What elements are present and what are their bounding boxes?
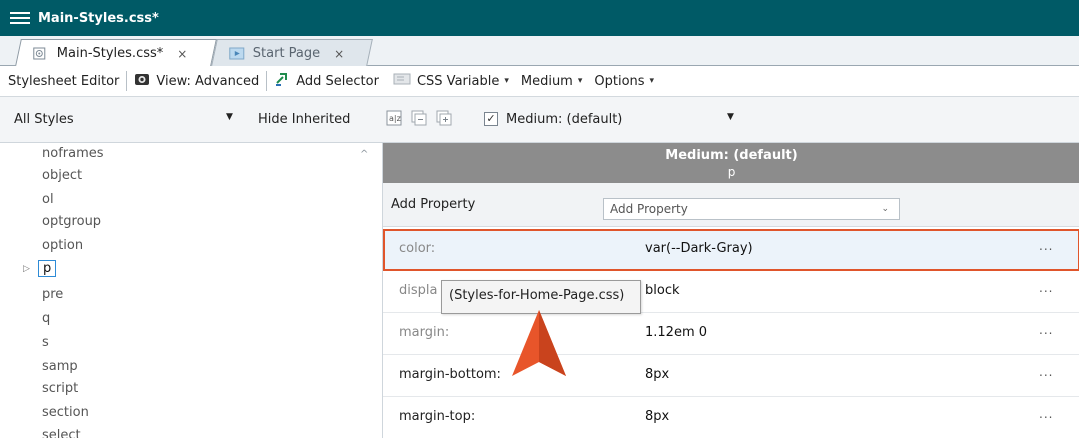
- panel-header: Medium: (default) p: [383, 143, 1079, 183]
- add-property-label: Add Property: [391, 197, 476, 212]
- medium-menu-label: Medium: [520, 73, 573, 89]
- options-menu-label: Options: [594, 73, 645, 89]
- property-name: margin-bottom:: [399, 367, 501, 382]
- tab-start-page[interactable]: Start Page ×: [211, 39, 373, 66]
- editor-toolbar: Stylesheet Editor View: Advanced Add Sel…: [0, 66, 1079, 97]
- list-item[interactable]: section: [42, 405, 89, 420]
- chevron-down-icon: ▾: [649, 76, 655, 86]
- tab-strip: Main-Styles.css* × Start Page ×: [0, 36, 1079, 66]
- collapse-all-icon[interactable]: [411, 110, 427, 130]
- property-row-margin-bottom[interactable]: margin-bottom: 8px ...: [383, 355, 1079, 397]
- css-variable-icon: [393, 72, 411, 90]
- list-item[interactable]: script: [42, 381, 78, 396]
- chevron-down-icon[interactable]: ▼: [727, 112, 734, 122]
- all-styles-dropdown[interactable]: All Styles: [14, 112, 74, 127]
- scroll-up-icon[interactable]: ^: [360, 149, 368, 160]
- medium-menu-button[interactable]: Medium ▾: [521, 74, 583, 89]
- hamburger-menu-icon[interactable]: [10, 10, 32, 26]
- list-item[interactable]: ol: [42, 192, 54, 207]
- property-row-margin[interactable]: margin: 1.12em 0 ...: [383, 313, 1079, 355]
- chevron-down-icon: ⌄: [881, 204, 889, 214]
- panel-header-medium: Medium: (default): [665, 148, 798, 163]
- css-variable-label: CSS Variable: [416, 73, 500, 89]
- property-value[interactable]: var(--Dark-Gray): [645, 241, 753, 256]
- toolbar-separator: [266, 71, 268, 91]
- title-bar: Main-Styles.css*: [0, 0, 1079, 36]
- add-selector-label: Add Selector: [296, 73, 379, 89]
- property-value[interactable]: 1.12em 0: [645, 325, 707, 340]
- add-property-dropdown[interactable]: Add Property ⌄: [603, 198, 900, 220]
- property-name: margin:: [399, 325, 450, 340]
- more-options-button[interactable]: ...: [1039, 407, 1053, 421]
- window-title: Main-Styles.css*: [38, 10, 159, 26]
- tab-main-styles[interactable]: Main-Styles.css* ×: [15, 39, 217, 66]
- list-item[interactable]: noframes: [42, 146, 104, 161]
- property-row-margin-top[interactable]: margin-top: 8px ...: [383, 397, 1079, 438]
- list-item[interactable]: object: [42, 168, 82, 183]
- tab-close-icon[interactable]: ×: [177, 46, 187, 60]
- property-name: margin-top:: [399, 409, 476, 424]
- view-camera-icon: [134, 71, 150, 91]
- medium-checkbox[interactable]: ✓: [484, 112, 498, 126]
- chevron-down-icon[interactable]: ▼: [226, 112, 233, 122]
- list-item[interactable]: q: [42, 311, 50, 326]
- orange-arrow-icon: [512, 310, 566, 376]
- tab-start-page-label: Start Page: [252, 45, 321, 61]
- list-item[interactable]: select: [42, 428, 81, 438]
- expand-arrow-icon[interactable]: ▷: [23, 264, 30, 274]
- view-toggle-icons: a|z: [386, 110, 452, 130]
- tab-main-styles-label: Main-Styles.css*: [56, 45, 164, 61]
- filter-bar: All Styles ▼ Hide Inherited a|z ✓ Medium…: [0, 97, 1079, 143]
- selector-list: noframes object ol optgroup option ▷ p p…: [0, 143, 382, 438]
- more-options-button[interactable]: ...: [1039, 281, 1053, 295]
- list-item[interactable]: s: [42, 335, 49, 350]
- property-name: color:: [399, 241, 436, 256]
- property-row-color[interactable]: color: var(--Dark-Gray) ...: [383, 229, 1079, 271]
- view-advanced-label: View: Advanced: [156, 73, 260, 89]
- add-property-placeholder: Add Property: [610, 202, 688, 216]
- svg-text:a|z: a|z: [389, 114, 401, 123]
- selected-list-item[interactable]: p: [38, 260, 57, 277]
- list-item[interactable]: option: [42, 238, 83, 253]
- property-name: displa: [399, 283, 438, 298]
- more-options-button[interactable]: ...: [1039, 323, 1053, 337]
- view-advanced-button[interactable]: View: Advanced: [134, 71, 259, 91]
- list-item[interactable]: pre: [42, 287, 63, 302]
- css-variable-button[interactable]: CSS Variable ▾: [393, 72, 509, 90]
- expand-all-icon[interactable]: [436, 110, 452, 130]
- list-item[interactable]: optgroup: [42, 214, 101, 229]
- add-selector-icon: [274, 71, 290, 91]
- source-file-tooltip: (Styles-for-Home-Page.css): [441, 280, 641, 314]
- panel-header-selector: p: [727, 165, 736, 179]
- property-value[interactable]: 8px: [645, 409, 669, 424]
- medium-filter-label: Medium: (default): [506, 112, 623, 127]
- property-value[interactable]: 8px: [645, 367, 669, 382]
- more-options-button[interactable]: ...: [1039, 239, 1053, 253]
- chevron-down-icon: ▾: [577, 76, 583, 86]
- chevron-down-icon: ▾: [504, 76, 509, 86]
- toolbar-separator: [126, 71, 128, 91]
- options-menu-button[interactable]: Options ▾: [594, 74, 654, 89]
- hide-inherited-button[interactable]: Hide Inherited: [258, 112, 350, 127]
- start-page-icon: [229, 47, 245, 60]
- add-selector-button[interactable]: Add Selector: [274, 71, 379, 91]
- sort-alpha-icon[interactable]: a|z: [386, 110, 402, 130]
- list-item[interactable]: samp: [42, 359, 78, 374]
- tab-close-icon[interactable]: ×: [334, 46, 344, 60]
- more-options-button[interactable]: ...: [1039, 365, 1053, 379]
- property-value[interactable]: block: [645, 283, 680, 298]
- css-file-icon: [33, 47, 47, 60]
- add-property-row: Add Property Add Property ⌄: [383, 183, 1079, 227]
- stylesheet-editor-label: Stylesheet Editor: [8, 73, 120, 89]
